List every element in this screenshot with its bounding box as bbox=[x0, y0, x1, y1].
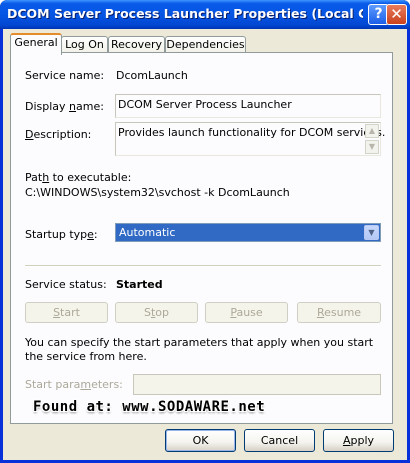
dialog-client-area: General Log On Recovery Dependencies Ser… bbox=[3, 29, 407, 460]
start-params-input[interactable] bbox=[133, 374, 381, 395]
description-scrollbar[interactable]: ▲ ▼ bbox=[365, 124, 379, 154]
start-button[interactable]: Start bbox=[25, 302, 108, 323]
display-name-field[interactable]: DCOM Server Process Launcher bbox=[115, 94, 381, 118]
display-name-label: Display name: bbox=[25, 100, 104, 113]
description-label: Description: bbox=[25, 128, 92, 141]
start-params-label: Start parameters: bbox=[25, 378, 123, 391]
tab-general[interactable]: General bbox=[10, 33, 62, 55]
path-label: Path to executable: bbox=[25, 171, 132, 184]
cancel-button[interactable]: Cancel bbox=[244, 429, 315, 452]
stop-button[interactable]: Stop bbox=[115, 302, 198, 323]
chevron-down-icon[interactable]: ▼ bbox=[364, 225, 379, 240]
close-button[interactable]: ✕ bbox=[386, 4, 407, 25]
display-name-value: DCOM Server Process Launcher bbox=[118, 98, 292, 111]
startup-type-select[interactable]: Automatic ▼ bbox=[115, 223, 381, 242]
path-field: C:\WINDOWS\system32\svchost -k DcomLaunc… bbox=[25, 184, 381, 202]
start-params-hint: You can specify the start parameters tha… bbox=[25, 336, 374, 363]
startup-type-label: Startup type: bbox=[25, 228, 98, 241]
general-panel: Service name: DcomLaunch Display name: D… bbox=[10, 52, 393, 424]
pause-button[interactable]: Pause bbox=[205, 302, 288, 323]
startup-type-value: Automatic bbox=[119, 226, 176, 239]
service-status-value: Started bbox=[116, 278, 163, 291]
service-name-value: DcomLaunch bbox=[116, 69, 188, 82]
apply-button[interactable]: Apply bbox=[323, 429, 394, 452]
description-field[interactable]: Provides launch functionality for DCOM s… bbox=[115, 122, 385, 156]
ok-button[interactable]: OK bbox=[165, 429, 236, 452]
service-name-label: Service name: bbox=[25, 69, 105, 82]
resume-button[interactable]: Resume bbox=[297, 302, 381, 323]
window-title: DCOM Server Process Launcher Properties … bbox=[7, 6, 363, 21]
service-status-label: Service status: bbox=[25, 278, 107, 291]
watermark: Found at: www.SODAWARE.net bbox=[33, 399, 266, 415]
scroll-up-icon[interactable]: ▲ bbox=[365, 124, 379, 138]
scroll-down-icon[interactable]: ▼ bbox=[365, 140, 379, 154]
title-bar[interactable]: DCOM Server Process Launcher Properties … bbox=[0, 0, 410, 29]
description-value: Provides launch functionality for DCOM s… bbox=[118, 126, 386, 139]
path-value: C:\WINDOWS\system32\svchost -k DcomLaunc… bbox=[25, 186, 290, 199]
properties-dialog: DCOM Server Process Launcher Properties … bbox=[0, 0, 410, 463]
separator bbox=[25, 265, 381, 267]
